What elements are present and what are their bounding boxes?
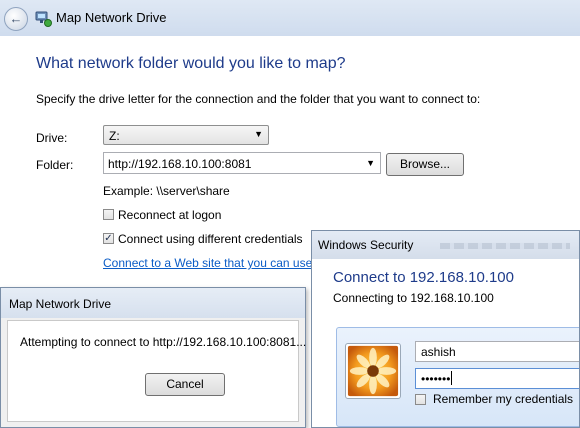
back-button[interactable]: ← xyxy=(4,7,28,31)
back-arrow-icon: ← xyxy=(9,11,23,26)
user-avatar-flower-icon xyxy=(345,343,401,399)
network-drive-icon xyxy=(35,11,52,27)
drive-select[interactable]: Z: ▼ xyxy=(103,125,269,145)
username-field[interactable]: ashish xyxy=(415,341,579,362)
chevron-down-icon[interactable]: ▼ xyxy=(366,158,375,168)
different-credentials-checkbox[interactable]: ✓ xyxy=(103,233,114,244)
security-dialog-title: Windows Security xyxy=(318,238,414,252)
password-value: ••••••• xyxy=(421,371,453,386)
titlebar-blurred-text xyxy=(440,243,570,249)
text-caret xyxy=(451,371,453,385)
drive-select-value: Z: xyxy=(109,129,120,143)
security-subheading: Connecting to 192.168.10.100 xyxy=(333,291,494,305)
connecting-progress-dialog: Map Network Drive Attempting to connect … xyxy=(0,287,306,428)
username-value: ashish xyxy=(421,345,456,359)
remember-credentials-label[interactable]: Remember my credentials xyxy=(433,392,573,406)
checkmark-icon: ✓ xyxy=(104,233,113,244)
credential-tile[interactable]: ashish ••••••• Remember my credentials xyxy=(336,327,579,427)
web-site-link[interactable]: Connect to a Web site that you can use t… xyxy=(103,256,326,270)
reconnect-checkbox[interactable] xyxy=(103,209,114,220)
remember-credentials-checkbox[interactable] xyxy=(415,394,426,405)
instructions-text: Specify the drive letter for the connect… xyxy=(36,92,481,106)
folder-input[interactable]: http://192.168.10.100:8081 ▼ xyxy=(103,152,381,174)
folder-label: Folder: xyxy=(36,158,74,172)
password-mask: ••••••• xyxy=(421,372,451,386)
security-titlebar: Windows Security xyxy=(312,231,579,259)
page-heading: What network folder would you like to ma… xyxy=(36,55,346,72)
window-title: Map Network Drive xyxy=(56,10,167,25)
progress-message: Attempting to connect to http://192.168.… xyxy=(20,335,307,349)
chevron-down-icon: ▼ xyxy=(254,129,263,139)
windows-security-dialog: Windows Security Connect to 192.168.10.1… xyxy=(311,230,580,428)
progress-titlebar: Map Network Drive xyxy=(1,288,305,318)
cancel-button[interactable]: Cancel xyxy=(145,373,225,396)
progress-body: Attempting to connect to http://192.168.… xyxy=(7,320,306,422)
security-heading: Connect to 192.168.10.100 xyxy=(333,269,514,286)
different-credentials-label[interactable]: Connect using different credentials xyxy=(118,232,303,246)
password-field[interactable]: ••••••• xyxy=(415,368,579,389)
browse-button[interactable]: Browse... xyxy=(386,153,464,176)
drive-label: Drive: xyxy=(36,131,68,145)
folder-input-value: http://192.168.10.100:8081 xyxy=(108,157,252,171)
reconnect-label[interactable]: Reconnect at logon xyxy=(118,208,221,222)
progress-dialog-title: Map Network Drive xyxy=(9,297,112,311)
main-titlebar: ← Map Network Drive xyxy=(0,0,580,36)
example-text: Example: \\server\share xyxy=(103,184,230,198)
